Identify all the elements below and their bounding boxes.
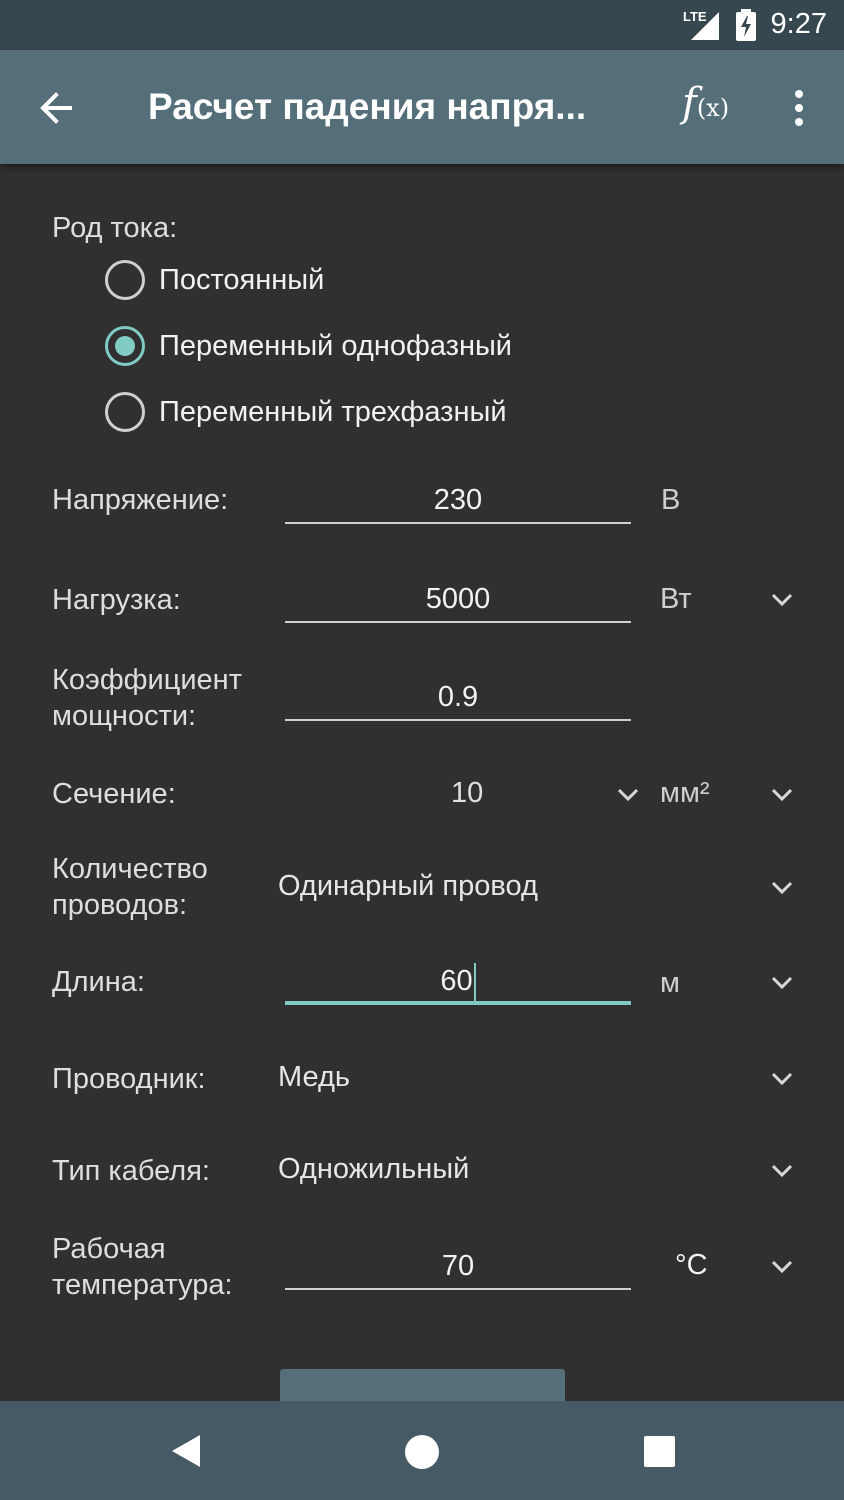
length-unit[interactable]: м bbox=[660, 967, 680, 1000]
chevron-down-icon[interactable] bbox=[770, 880, 794, 896]
page-title: Расчет падения напря... bbox=[148, 86, 587, 127]
function-icon[interactable]: f(x) bbox=[682, 80, 729, 126]
radio-ac-single-label: Переменный однофазный bbox=[159, 329, 512, 362]
cable-type-select[interactable]: Одножильный bbox=[278, 1153, 469, 1186]
chevron-down-icon[interactable] bbox=[770, 787, 794, 803]
cross-section-label: Сечение: bbox=[52, 778, 176, 810]
length-input-value: 60 bbox=[440, 965, 473, 997]
load-unit[interactable]: Вт bbox=[660, 583, 692, 616]
wire-count-label-line2: проводов: bbox=[52, 889, 188, 921]
power-factor-input[interactable]: 0.9 bbox=[285, 677, 631, 721]
lte-signal-icon: LTE bbox=[683, 9, 719, 40]
cross-section-unit[interactable]: мм² bbox=[660, 777, 710, 810]
radio-ac-single-phase[interactable]: Переменный однофазный bbox=[105, 324, 512, 368]
chevron-down-icon[interactable] bbox=[770, 1071, 794, 1087]
temperature-input[interactable]: 70 bbox=[285, 1246, 631, 1290]
temperature-label-line2: температура: bbox=[52, 1269, 233, 1301]
status-time: 9:27 bbox=[770, 8, 827, 40]
load-label: Нагрузка: bbox=[52, 584, 181, 616]
wire-count-label-line1: Количество bbox=[52, 853, 208, 885]
radio-dc-label: Постоянный bbox=[159, 263, 325, 296]
system-nav-bar bbox=[0, 1401, 844, 1500]
temperature-unit[interactable]: °C bbox=[675, 1249, 708, 1282]
temperature-label-line1: Рабочая bbox=[52, 1233, 166, 1265]
power-factor-label: Коэффициент мощности: bbox=[52, 662, 242, 734]
back-arrow-icon[interactable] bbox=[36, 88, 76, 128]
power-factor-label-line1: Коэффициент bbox=[52, 664, 242, 696]
nav-back-icon[interactable] bbox=[170, 1433, 202, 1469]
load-input[interactable]: 5000 bbox=[285, 579, 631, 623]
radio-dc[interactable]: Постоянный bbox=[105, 258, 324, 302]
wire-count-select[interactable]: Одинарный провод bbox=[278, 870, 538, 903]
nav-recents-icon[interactable] bbox=[644, 1436, 675, 1467]
radio-button[interactable] bbox=[105, 260, 145, 300]
voltage-input[interactable]: 230 bbox=[285, 480, 631, 524]
function-icon-f: f bbox=[682, 80, 697, 126]
conductor-label: Проводник: bbox=[52, 1063, 206, 1095]
voltage-label: Напряжение: bbox=[52, 484, 229, 516]
radio-button-checked[interactable] bbox=[105, 326, 145, 366]
function-icon-arg: (x) bbox=[696, 94, 730, 122]
temperature-label: Рабочая температура: bbox=[52, 1231, 233, 1303]
power-factor-label-line2: мощности: bbox=[52, 700, 197, 732]
radio-ac-three-phase[interactable]: Переменный трехфазный bbox=[105, 390, 507, 434]
current-type-label: Род тока: bbox=[52, 212, 178, 244]
status-bar: LTE 9:27 bbox=[0, 0, 844, 50]
form-content: Род тока: Постоянный Переменный однофазн… bbox=[0, 164, 844, 1409]
svg-text:LTE: LTE bbox=[683, 9, 707, 24]
conductor-select[interactable]: Медь bbox=[278, 1061, 350, 1094]
cross-section-select[interactable]: 10 bbox=[451, 777, 483, 810]
length-input[interactable]: 60 bbox=[285, 961, 631, 1005]
battery-charging-icon bbox=[736, 9, 756, 41]
chevron-down-icon[interactable] bbox=[770, 592, 794, 608]
length-label: Длина: bbox=[52, 966, 145, 998]
chevron-down-icon[interactable] bbox=[770, 1163, 794, 1179]
chevron-down-icon[interactable] bbox=[770, 975, 794, 991]
chevron-down-icon[interactable] bbox=[770, 1259, 794, 1275]
app-bar: Расчет падения напря... f(x) bbox=[0, 50, 844, 164]
more-vert-icon[interactable] bbox=[784, 88, 814, 128]
radio-ac-three-label: Переменный трехфазный bbox=[159, 395, 507, 428]
nav-home-icon[interactable] bbox=[405, 1435, 439, 1469]
chevron-down-icon[interactable] bbox=[616, 787, 640, 803]
text-cursor bbox=[473, 963, 476, 1002]
radio-button[interactable] bbox=[105, 392, 145, 432]
voltage-unit: В bbox=[661, 484, 681, 516]
cable-type-label: Тип кабеля: bbox=[52, 1155, 210, 1187]
wire-count-label: Количество проводов: bbox=[52, 851, 208, 923]
